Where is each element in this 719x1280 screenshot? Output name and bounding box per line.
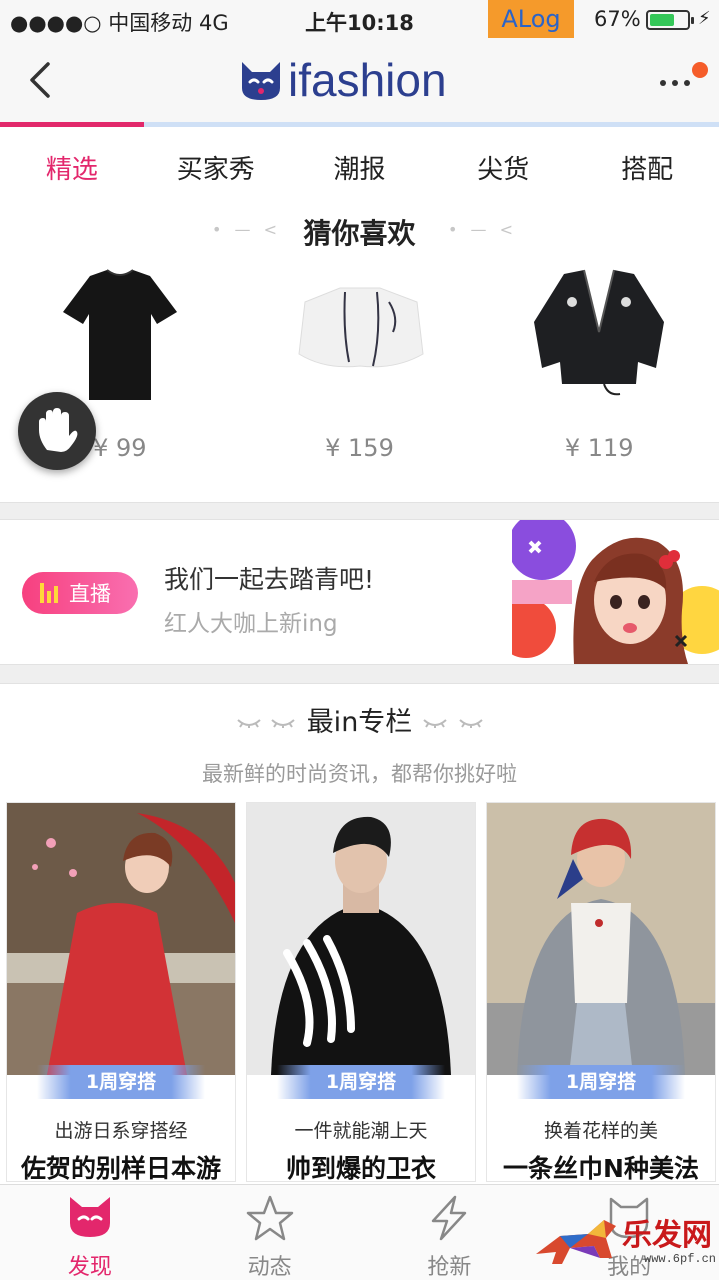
tabbar-flash-sale[interactable]: 抢新 bbox=[360, 1185, 540, 1280]
card-ribbon: 1周穿搭 bbox=[277, 1065, 445, 1099]
card-kicker: 一件就能潮上天 bbox=[294, 1120, 428, 1142]
black-tshirt-image bbox=[62, 269, 177, 400]
live-headline: 我们一起去踏青吧! bbox=[164, 565, 375, 594]
product-price: ¥ 119 bbox=[564, 434, 634, 462]
card-title: 帅到爆的卫衣 bbox=[285, 1154, 436, 1182]
card-title: 佐贺的别样日本游 bbox=[20, 1154, 221, 1182]
alog-debug-button[interactable]: ALog bbox=[488, 0, 574, 38]
tabbar-feed[interactable]: 动态 bbox=[180, 1185, 360, 1280]
column-section-subtitle: 最新鲜的时尚资讯，都帮你挑好啦 bbox=[202, 762, 517, 786]
page-progress-bar bbox=[0, 122, 719, 127]
tab-featured[interactable]: 精选 bbox=[0, 140, 144, 200]
floating-hand-button[interactable] bbox=[18, 392, 96, 470]
silk-scarf-woman-photo bbox=[487, 803, 715, 1075]
column-card[interactable]: 1周穿搭 出游日系穿搭经 佐贺的别样日本游 bbox=[6, 802, 236, 1182]
eye-decoration-icon bbox=[423, 719, 447, 728]
title-decoration-right: • — < bbox=[448, 220, 518, 239]
category-tabs: 精选 买家秀 潮报 尖货 搭配 bbox=[0, 140, 719, 200]
back-icon[interactable] bbox=[22, 58, 62, 102]
eye-decoration-icon bbox=[459, 719, 483, 728]
live-banner[interactable]: 直播 我们一起去踏青吧! 红人大咖上新ing bbox=[0, 520, 719, 664]
column-card-list: 1周穿搭 出游日系穿搭经 佐贺的别样日本游 1周穿搭 一件就能潮上天 帅到爆的卫… bbox=[6, 802, 716, 1182]
live-subline: 红人大咖上新ing bbox=[164, 611, 338, 637]
tab-trend-report[interactable]: 潮报 bbox=[288, 140, 432, 200]
column-card[interactable]: 1周穿搭 一件就能潮上天 帅到爆的卫衣 bbox=[246, 802, 476, 1182]
live-cartoon-girl-image bbox=[512, 520, 719, 664]
product-card[interactable]: ¥ 159 bbox=[240, 262, 480, 462]
tabbar-discover[interactable]: 发现 bbox=[0, 1185, 180, 1280]
section-divider bbox=[0, 502, 719, 520]
guess-section-title: 猜你喜欢 bbox=[303, 217, 416, 250]
column-card[interactable]: 1周穿搭 换着花样的美 一条丝巾N种美法 bbox=[486, 802, 716, 1182]
section-divider bbox=[0, 664, 719, 684]
charging-icon: ⚡ bbox=[698, 8, 711, 29]
battery-icon bbox=[646, 10, 694, 30]
card-kicker: 换着花样的美 bbox=[543, 1120, 658, 1142]
product-list: ¥ 99 ¥ 159 ¥ 119 bbox=[0, 262, 719, 462]
column-section-title: 最in专栏 bbox=[306, 707, 413, 738]
white-shirt-image bbox=[297, 287, 424, 368]
more-menu-icon[interactable] bbox=[658, 62, 708, 94]
watermark-text: 乐发网 bbox=[622, 1218, 712, 1253]
card-kicker: 出游日系穿搭经 bbox=[54, 1120, 188, 1142]
flash-icon bbox=[432, 1195, 467, 1241]
card-title: 一条丝巾N种美法 bbox=[503, 1154, 699, 1182]
product-price: ¥ 159 bbox=[325, 434, 394, 462]
logo-wordmark: ifashion bbox=[288, 54, 447, 106]
tabbar-label: 抢新 bbox=[427, 1255, 472, 1280]
live-badge-label: 直播 bbox=[69, 582, 111, 606]
hand-icon bbox=[39, 408, 78, 452]
feed-icon bbox=[246, 1195, 293, 1241]
tab-outfits[interactable]: 搭配 bbox=[575, 140, 719, 200]
watermark-url: www.6pf.cn bbox=[644, 1252, 717, 1266]
ifashion-logo: ifashion bbox=[238, 52, 447, 108]
discover-icon bbox=[69, 1197, 110, 1237]
sweatshirt-man-photo bbox=[247, 803, 475, 1075]
battery-percent: 67% bbox=[594, 7, 641, 31]
horse-logo-icon bbox=[536, 1220, 616, 1264]
nav-bar: ifashion bbox=[0, 40, 719, 122]
product-price: ¥ 99 bbox=[93, 434, 147, 462]
site-watermark: 乐发网 www.6pf.cn bbox=[530, 1208, 719, 1280]
card-ribbon: 1周穿搭 bbox=[37, 1065, 205, 1099]
live-bars-icon bbox=[40, 583, 61, 603]
card-ribbon: 1周穿搭 bbox=[517, 1065, 685, 1099]
notification-badge bbox=[692, 62, 708, 78]
tabbar-label: 动态 bbox=[247, 1255, 292, 1280]
product-card[interactable]: ¥ 119 bbox=[479, 262, 719, 462]
cat-logo-icon bbox=[242, 62, 280, 100]
tabbar-label: 发现 bbox=[67, 1255, 112, 1280]
tab-top-goods[interactable]: 尖货 bbox=[431, 140, 575, 200]
kimono-girl-photo bbox=[7, 803, 235, 1075]
status-bar: ●●●●○ 中国移动 4G 上午10:18 ALog 67% ⚡ bbox=[0, 0, 719, 40]
live-badge: 直播 bbox=[22, 572, 138, 614]
black-jacket-image bbox=[534, 269, 665, 396]
tab-buyer-show[interactable]: 买家秀 bbox=[144, 140, 288, 200]
